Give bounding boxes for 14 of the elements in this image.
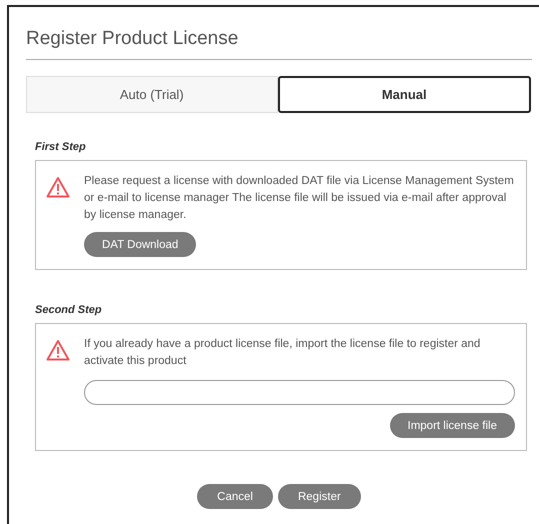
download-button[interactable]: DAT Download bbox=[84, 232, 196, 257]
license-file-field[interactable] bbox=[84, 380, 515, 405]
step-heading: Second Step bbox=[35, 304, 103, 316]
footer-button[interactable]: Register bbox=[278, 484, 361, 509]
step-message: Please request a license with downloaded DAT file via License Management System or e-mail to license manager The license file will be issued via e-mail after approval by license manager. bbox=[84, 174, 515, 223]
warning-icon bbox=[46, 176, 70, 198]
warning-icon bbox=[46, 339, 70, 361]
step-heading: First Step bbox=[35, 141, 87, 153]
mode-tab[interactable]: Auto (Trial) bbox=[26, 76, 278, 113]
dialog-title: Register Product License bbox=[26, 27, 240, 51]
mode-tab[interactable]: Manual bbox=[278, 76, 531, 113]
import-button[interactable]: Import license file bbox=[390, 413, 515, 438]
step-message: If you already have a product license file, import the license file to register and activate this product bbox=[84, 337, 482, 369]
footer-button[interactable]: Cancel bbox=[197, 484, 273, 509]
